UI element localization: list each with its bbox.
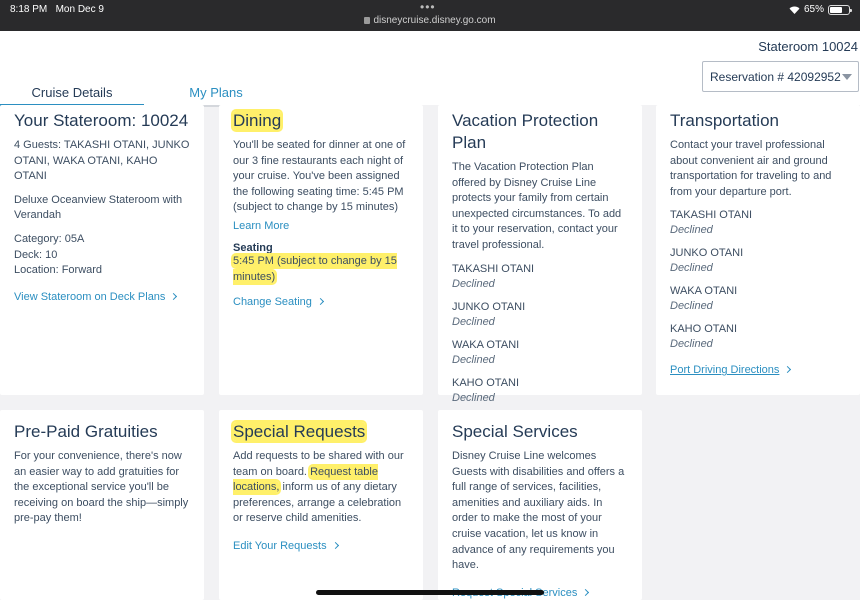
guest-status: Declined — [670, 262, 713, 275]
card-title: Vacation Protection Plan — [452, 111, 599, 152]
status-right: 65% — [789, 4, 852, 15]
status-bar: 8:18 PM Mon Dec 9 ••• disneycruise.disne… — [0, 0, 860, 31]
guest-name: KAHO OTANI — [670, 323, 738, 336]
vpp-body: The Vacation Protection Plan offered by … — [452, 161, 622, 251]
card-title: Dining — [233, 111, 282, 130]
services-body: Disney Cruise Line welcomes Guests with … — [452, 450, 625, 572]
battery-percent: 65% — [803, 4, 824, 15]
guest-name: JUNKO OTANI — [670, 247, 744, 260]
guest-status: Declined — [452, 315, 495, 328]
guest-status: Declined — [670, 338, 713, 351]
room-category: Category: 05A — [14, 232, 85, 245]
card-title: Special Services — [452, 422, 578, 441]
seating-label: Seating — [233, 241, 273, 254]
seating-value: 5:45 PM (subject to change by 15 minutes… — [233, 254, 397, 283]
url-text: disneycruise.disney.go.com — [373, 15, 496, 26]
wifi-icon — [789, 5, 800, 14]
guest-status: Declined — [670, 300, 713, 313]
chevron-right-icon — [784, 366, 792, 374]
lock-icon — [364, 17, 371, 24]
guest-name: JUNKO OTANI — [452, 300, 526, 313]
tab-label: Cruise Details — [31, 85, 113, 100]
room-location: Location: Forward — [14, 264, 103, 277]
guest-status: Declined — [452, 277, 495, 290]
guest-name: WAKA OTANI — [670, 285, 738, 298]
tab-label: My Plans — [189, 85, 243, 100]
home-indicator[interactable] — [316, 590, 544, 595]
port-directions-link[interactable]: Port Driving Directions — [670, 364, 792, 376]
chevron-right-icon — [170, 292, 178, 300]
chevron-down-icon — [842, 74, 852, 80]
battery-icon — [828, 4, 852, 15]
status-time: 8:18 PM Mon Dec 9 — [10, 4, 104, 15]
guest-status: Declined — [452, 391, 495, 404]
stateroom-card: Your Stateroom: 10024 4 Guests: TAKASHI … — [0, 105, 204, 395]
guest-name: TAKASHI OTANI — [452, 262, 535, 275]
card-title: Pre-Paid Gratuities — [14, 422, 158, 441]
guest-status: Declined — [452, 353, 495, 366]
reservation-value: Reservation # 42092952 — [710, 70, 841, 84]
dining-card: Dining You'll be seated for dinner at on… — [219, 105, 423, 395]
special-services-card: Special Services Disney Cruise Line welc… — [438, 410, 642, 600]
page-header: Stateroom 10024 Reservation # 42092952 C… — [0, 31, 860, 107]
guest-name: WAKA OTANI — [452, 338, 520, 351]
deck-plans-link[interactable]: View Stateroom on Deck Plans — [14, 291, 178, 303]
change-seating-link[interactable]: Change Seating — [233, 296, 324, 308]
gratuities-card: Pre-Paid Gratuities For your convenience… — [0, 410, 204, 600]
card-title: Special Requests — [233, 422, 366, 441]
guest-name: TAKASHI OTANI — [670, 209, 753, 222]
tab-my-plans[interactable]: My Plans — [144, 85, 288, 107]
vacation-protection-card: Vacation Protection Plan The Vacation Pr… — [438, 105, 642, 404]
tab-cruise-details[interactable]: Cruise Details — [0, 85, 144, 107]
address-bar[interactable]: disneycruise.disney.go.com — [0, 15, 860, 26]
gratuities-body: For your convenience, there's now an eas… — [14, 450, 189, 525]
reservation-select[interactable]: Reservation # 42092952 — [702, 61, 859, 92]
chevron-right-icon — [582, 588, 590, 596]
chevron-right-icon — [331, 541, 339, 550]
special-requests-card: Special Requests Add requests to be shar… — [219, 410, 423, 600]
dining-body: You'll be seated for dinner at one of ou… — [233, 139, 406, 214]
edit-requests-link[interactable]: Edit Your Requests — [233, 540, 339, 552]
guest-status: Declined — [670, 224, 713, 237]
room-type: Deluxe Oceanview Stateroom with Verandah — [14, 193, 183, 222]
room-deck: Deck: 10 — [14, 248, 58, 261]
transportation-card: Transportation Contact your travel profe… — [656, 105, 860, 395]
requests-body: Add requests to be shared with our team … — [233, 450, 404, 525]
stateroom-heading: Stateroom 10024 — [758, 39, 858, 54]
guest-list: 4 Guests: TAKASHI OTANI, JUNKO OTANI, WA… — [14, 139, 190, 183]
transport-body: Contact your travel professional about c… — [670, 139, 832, 198]
learn-more-link[interactable]: Learn More — [233, 220, 289, 232]
card-title: Transportation — [670, 111, 779, 130]
chevron-right-icon — [316, 298, 324, 306]
more-dots-icon[interactable]: ••• — [420, 0, 436, 14]
card-title: Your Stateroom: 10024 — [14, 111, 189, 130]
guest-name: KAHO OTANI — [452, 376, 520, 389]
